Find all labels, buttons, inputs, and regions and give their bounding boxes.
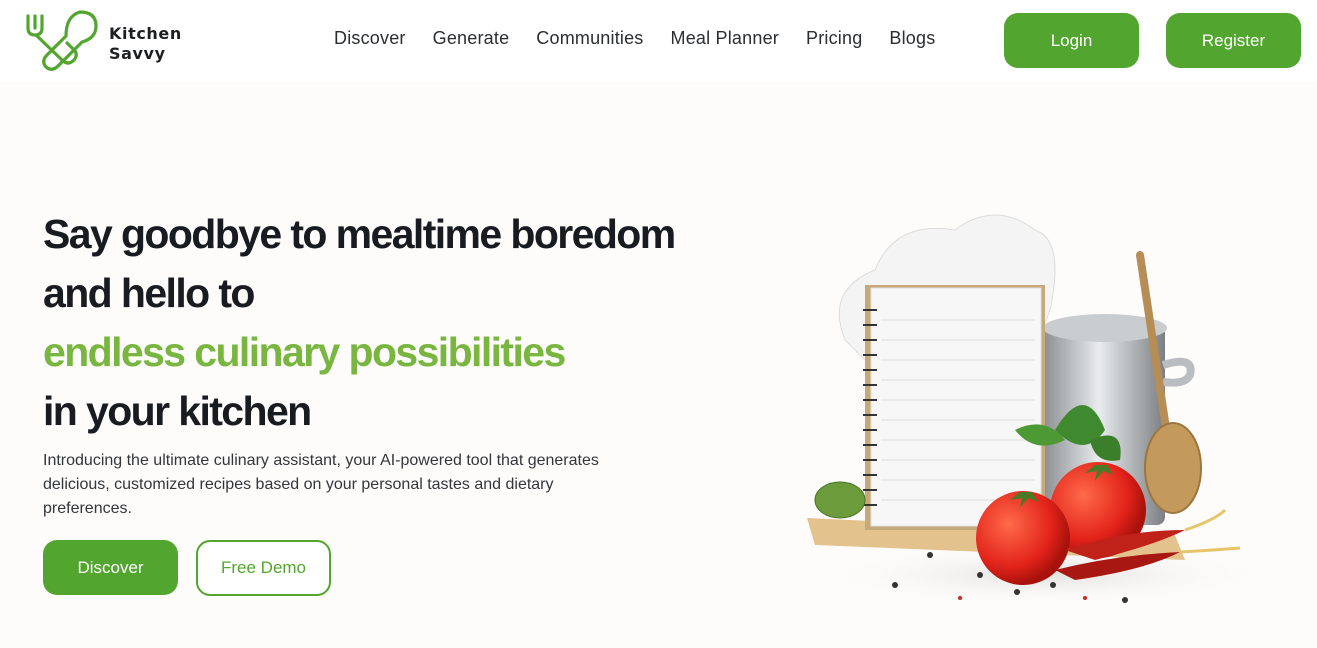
brand-name[interactable]: Kitchen Savvy [109,24,182,64]
nav-discover[interactable]: Discover [334,28,406,49]
headline-line-4: in your kitchen [43,388,312,434]
hero-description: Introducing the ultimate culinary assist… [43,452,599,517]
nav-pricing[interactable]: Pricing [806,28,862,49]
nav-generate[interactable]: Generate [433,28,510,49]
nav-meal-planner[interactable]: Meal Planner [671,28,779,49]
headline-line-2: and hello to [43,270,255,316]
main-nav: Discover Generate Communities Meal Plann… [334,28,935,49]
nav-communities[interactable]: Communities [536,28,643,49]
brand-line-1: Kitchen [109,24,182,43]
nav-blogs[interactable]: Blogs [889,28,935,49]
discover-button[interactable]: Discover [43,540,178,595]
login-button[interactable]: Login [1004,13,1139,68]
hero-headline: Say goodbye to mealtime boredom and hell… [43,205,676,441]
brand-line-2: Savvy [109,44,166,63]
hero-illustration [805,214,1285,607]
headline-line-1: Say goodbye to mealtime boredom [43,211,676,257]
free-demo-button[interactable]: Free Demo [196,540,331,596]
register-button[interactable]: Register [1166,13,1301,68]
headline-accent-line: endless culinary possibilities [43,329,566,375]
logo-icon[interactable] [22,8,100,74]
top-navbar: Kitchen Savvy Discover Generate Communit… [0,0,1317,82]
